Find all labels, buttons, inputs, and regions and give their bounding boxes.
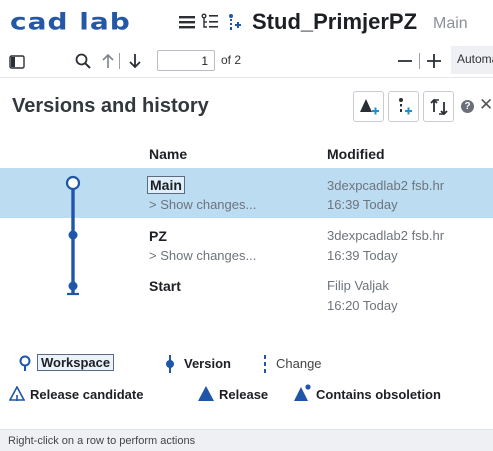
row-modified-by: 3dexpcadlab2 fsb.hr — [327, 178, 445, 193]
compare-icon — [429, 98, 448, 115]
row-name: Start — [149, 278, 181, 294]
row-modified-at: 16:20 Today — [327, 298, 398, 313]
create-version-button[interactable] — [388, 91, 419, 122]
close-icon[interactable]: ✕ — [479, 95, 493, 115]
document-title: Stud_PrimjerPZ — [252, 9, 418, 34]
release-legend-icon — [198, 386, 214, 401]
row-modified-by: Filip Valjak — [327, 278, 389, 293]
legend-release: Release — [219, 387, 269, 402]
column-header-name: Name — [149, 146, 188, 162]
sidebar-toggle-icon[interactable] — [6, 51, 28, 73]
feature-list-icon[interactable] — [198, 10, 222, 34]
legend-contains-obsoletion: Contains obsoletion — [316, 387, 441, 402]
workspace-legend-icon — [19, 355, 31, 371]
release-plus-icon — [359, 98, 379, 114]
row-modified-by: 3dexpcadlab2 fsb.hr — [327, 228, 445, 243]
help-icon[interactable]: ? — [461, 100, 474, 113]
legend-workspace: Workspace — [37, 354, 115, 371]
column-header-modified: Modified — [327, 146, 385, 162]
compare-button[interactable] — [423, 91, 454, 122]
row-name: Main — [147, 176, 185, 194]
previous-page-icon[interactable] — [97, 50, 119, 72]
toolbar-separator — [119, 53, 120, 69]
app-logo[interactable]: cad lab — [10, 8, 131, 36]
version-legend-icon — [166, 355, 174, 373]
toolbar-separator — [419, 53, 420, 69]
zoom-in-icon[interactable] — [423, 50, 445, 72]
release-candidate-legend-icon — [9, 386, 25, 401]
zoom-out-icon[interactable] — [394, 50, 416, 72]
page-number-input[interactable] — [157, 50, 215, 71]
search-icon[interactable] — [72, 50, 94, 72]
page-count: of 2 — [221, 53, 242, 67]
row-modified-at: 16:39 Today — [327, 248, 398, 263]
create-release-button[interactable] — [353, 91, 384, 122]
legend-change: Change — [276, 356, 322, 371]
panel-title: Versions and history — [12, 95, 209, 117]
next-page-icon[interactable] — [124, 50, 146, 72]
zoom-select[interactable]: Automa — [451, 46, 493, 74]
logo-text: cad lab — [10, 8, 131, 36]
contains-obsoletion-legend-icon — [294, 384, 311, 401]
change-legend-icon — [264, 355, 266, 373]
show-changes-link[interactable]: > Show changes... — [149, 248, 256, 263]
legend-release-candidate: Release candidate — [30, 387, 144, 402]
legend-version: Version — [184, 356, 231, 371]
table-row[interactable]: PZ > Show changes... 3dexpcadlab2 fsb.hr… — [0, 222, 493, 272]
table-row[interactable]: Start Filip Valjak 16:20 Today — [0, 274, 493, 324]
show-changes-link[interactable]: > Show changes... — [149, 197, 256, 212]
branch-name: Main — [433, 15, 468, 32]
versions-history-icon[interactable] — [222, 10, 246, 34]
top-bar: cad lab Stud_PrimjerPZ Main — [0, 0, 493, 44]
version-plus-icon — [398, 97, 412, 114]
status-bar: Right-click on a row to perform actions — [0, 429, 493, 451]
row-name: PZ — [149, 228, 167, 244]
row-modified-at: 16:39 Today — [327, 197, 398, 212]
hamburger-menu-icon[interactable] — [175, 10, 199, 34]
table-row[interactable]: Main > Show changes... 3dexpcadlab2 fsb.… — [0, 168, 493, 218]
